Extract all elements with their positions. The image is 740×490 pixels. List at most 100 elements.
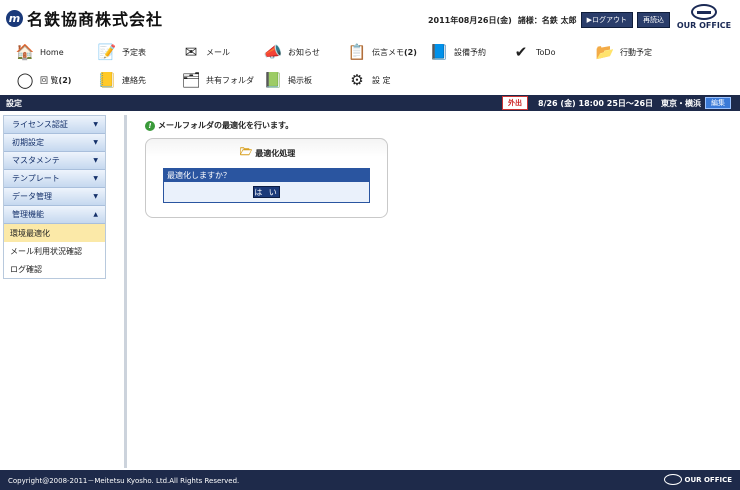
sidebar-item-mail-usage[interactable]: メール利用状況確認 — [4, 242, 105, 260]
chevron-down-icon: ▼ — [93, 193, 98, 200]
sidebar-section-initial-settings[interactable]: 初期設定 ▼ — [4, 134, 105, 152]
nav-plan[interactable]: 📂 行動予定 — [594, 40, 652, 64]
nav-label: 伝言メモ(2) — [372, 47, 417, 58]
our-office-brand-text: OUR OFFICE — [676, 21, 732, 30]
info-message-text: メールフォルダの最適化を行います。 — [158, 121, 294, 130]
house-icon: 🏠 — [15, 43, 35, 61]
confirm-box: 最適化しますか？ は い — [163, 168, 370, 203]
status-badge: 外出 — [502, 96, 528, 110]
shared-folder-icon: 🗂 — [181, 71, 201, 89]
contacts-icon: 📒 — [97, 71, 117, 89]
our-office-logo-icon — [691, 4, 717, 20]
sidebar-section-master-maintenance[interactable]: マスタメンテ ▼ — [4, 152, 105, 170]
nav-mail[interactable]: ✉ メール — [180, 40, 230, 64]
megaphone-icon: 📣 — [263, 43, 283, 61]
todo-icon: ✔ — [514, 43, 528, 61]
sidebar-section-template[interactable]: テンプレート ▼ — [4, 170, 105, 188]
reload-button[interactable]: 再読込 — [637, 12, 670, 28]
sidebar-section-license[interactable]: ライセンス認証 ▼ — [4, 116, 105, 134]
optimize-panel: 🗁 最適化処理 最適化しますか？ は い — [145, 138, 388, 218]
nav-label: ToDo — [536, 47, 556, 57]
board-icon: 📗 — [263, 71, 283, 89]
nav-notice[interactable]: 📣 お知らせ — [262, 40, 320, 64]
nav-label: 掲示板 — [288, 75, 312, 85]
info-icon: ! — [145, 120, 155, 131]
company-logo: m 名鉄協商株式会社 — [6, 6, 163, 30]
settings-icon: ⚙ — [350, 71, 364, 89]
nav-schedule[interactable]: 📝 予定表 — [96, 40, 146, 64]
sidebar-item-log[interactable]: ログ確認 — [4, 260, 105, 278]
current-schedule: 8/26 (金) 18:00 25日～26日 東京・横浜 — [538, 99, 702, 108]
page-title: 設定 — [6, 99, 22, 108]
folder-icon: 🗁 — [239, 147, 253, 158]
confirm-question: 最適化しますか？ — [164, 169, 369, 182]
sidebar-section-label: 管理機能 — [12, 210, 44, 219]
nav-facility[interactable]: 📘 設備予約 — [428, 40, 486, 64]
edit-button[interactable]: 編集 — [705, 97, 731, 109]
sidebar: ライセンス認証 ▼ 初期設定 ▼ マスタメンテ ▼ テンプレート ▼ データ管理… — [3, 115, 106, 279]
user-name: 諸様：名鉄 太郎 — [517, 15, 577, 25]
panel-title-text: 最適化処理 — [255, 149, 296, 158]
nav-label: お知らせ — [288, 47, 320, 57]
nav-shared-folder[interactable]: 🗂 共有フォルダ — [180, 68, 254, 92]
sidebar-item-optimize[interactable]: 環境最適化 — [4, 224, 105, 242]
memo-icon: 📋 — [347, 43, 367, 61]
sidebar-section-data-management[interactable]: データ管理 ▼ — [4, 188, 105, 206]
sidebar-section-label: マスタメンテ — [12, 156, 60, 165]
our-office-logo: OUR OFFICE — [674, 4, 734, 34]
chevron-down-icon: ▼ — [93, 139, 98, 146]
sidebar-section-label: ライセンス認証 — [12, 120, 68, 129]
sidebar-section-label: テンプレート — [12, 174, 60, 183]
header: m 名鉄協商株式会社 2011年08月26日(金) 諸様：名鉄 太郎 ▶ログアウ… — [0, 0, 740, 36]
facility-icon: 📘 — [429, 43, 449, 61]
sidebar-section-label: 初期設定 — [12, 138, 44, 147]
nav-label: 回 覧(2) — [40, 75, 71, 86]
pane-divider[interactable] — [124, 115, 127, 468]
confirm-body: は い — [164, 182, 369, 202]
nav-label: 設 定 — [372, 75, 391, 85]
nav-label: 予定表 — [122, 47, 146, 57]
nav-settings[interactable]: ⚙ 設 定 — [346, 68, 391, 92]
company-name: 名鉄協商株式会社 — [27, 10, 164, 29]
circular-icon: ◯ — [16, 71, 34, 89]
title-bar: 設定 外出 8/26 (金) 18:00 25日～26日 東京・横浜 編集 — [0, 95, 740, 111]
nav-contacts[interactable]: 📒 連絡先 — [96, 68, 146, 92]
company-logo-icon: m — [6, 9, 23, 27]
current-date: 2011年08月26日(金) — [427, 15, 512, 25]
our-office-footer-icon — [663, 474, 682, 485]
main-nav: 🏠 Home 📝 予定表 ✉ メール 📣 お知らせ 📋 伝言メモ(2) 📘 設備… — [0, 38, 740, 94]
sidebar-section-admin[interactable]: 管理機能 ▲ — [4, 206, 105, 224]
nav-board[interactable]: 📗 掲示板 — [262, 68, 312, 92]
nav-memo-label: 伝言メモ — [372, 47, 404, 57]
schedule-icon: 📝 — [97, 43, 117, 61]
nav-label: メール — [206, 47, 230, 57]
plan-icon: 📂 — [595, 43, 615, 61]
nav-label: Home — [40, 47, 64, 57]
copyright: Copyright@2008-2011－Meitetsu Kyosho. Ltd… — [8, 477, 240, 485]
mail-icon: ✉ — [184, 43, 198, 61]
footer: Copyright@2008-2011－Meitetsu Kyosho. Ltd… — [0, 470, 740, 490]
sidebar-section-label: データ管理 — [12, 192, 52, 201]
footer-brand-text: OUR OFFICE — [684, 475, 733, 484]
nav-label: 共有フォルダ — [206, 75, 254, 85]
nav-label: 設備予約 — [454, 47, 486, 57]
nav-circular-count: (2) — [58, 75, 72, 85]
nav-circular-label: 回 覧 — [40, 75, 59, 85]
yes-button[interactable]: は い — [253, 186, 280, 198]
footer-brand: OUR OFFICE — [663, 474, 733, 485]
chevron-down-icon: ▼ — [93, 175, 98, 182]
nav-todo[interactable]: ✔ ToDo — [510, 40, 556, 64]
chevron-down-icon: ▼ — [93, 157, 98, 164]
nav-memo[interactable]: 📋 伝言メモ(2) — [346, 40, 417, 64]
logout-button[interactable]: ▶ログアウト — [580, 12, 633, 28]
nav-memo-count: (2) — [404, 47, 417, 57]
info-message: ! メールフォルダの最適化を行います。 — [145, 120, 293, 131]
nav-label: 連絡先 — [122, 75, 146, 85]
nav-label: 行動予定 — [620, 47, 652, 57]
chevron-up-icon: ▲ — [93, 211, 98, 218]
nav-home[interactable]: 🏠 Home — [14, 40, 64, 64]
nav-circular[interactable]: ◯ 回 覧(2) — [14, 68, 72, 92]
header-user-area: 2011年08月26日(金) 諸様：名鉄 太郎 ▶ログアウト 再読込 — [428, 12, 670, 28]
chevron-down-icon: ▼ — [93, 121, 98, 128]
panel-title: 🗁 最適化処理 — [146, 145, 389, 162]
